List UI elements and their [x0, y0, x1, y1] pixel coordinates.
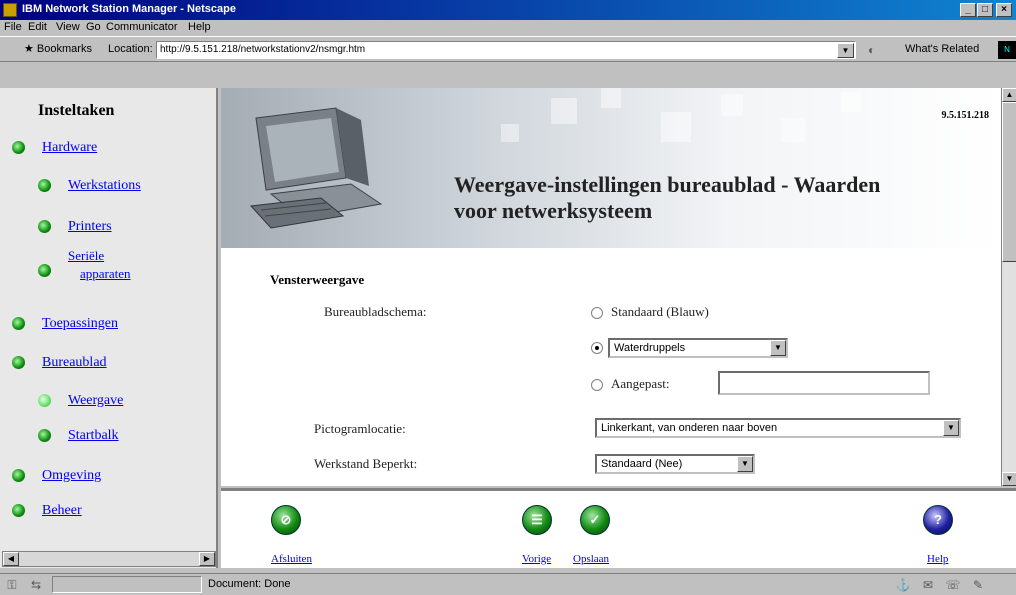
sidebar-item-bureaublad[interactable]: Bureaublad — [42, 355, 107, 371]
location-dropdown-icon[interactable]: ▼ — [837, 43, 854, 58]
menu-help[interactable]: Help — [188, 21, 211, 33]
bureaublad-bullet-icon — [12, 356, 25, 369]
bookmarks-label: Bookmarks — [36, 43, 92, 55]
minimize-icon[interactable]: _ — [960, 3, 976, 17]
page-title-line1: Weergave-instellingen bureaublad - Waard… — [454, 172, 881, 197]
menu-edit[interactable]: Edit — [28, 21, 47, 33]
main-content-frame: 9.5.151.218 Weergave-instellingen bureau… — [221, 88, 1001, 486]
cancel-button[interactable]: Afsluiten — [271, 553, 312, 565]
seriele-bullet-icon — [38, 264, 51, 277]
weergave-bullet-icon — [38, 394, 51, 407]
sidebar-heading: Insteltaken — [38, 102, 115, 119]
sidebar-item-werkstations[interactable]: Werkstations — [68, 178, 141, 194]
status-bar: ⚿ ⇆ Document: Done ⚓ ✉ ☏ ✎ — [0, 573, 1016, 595]
bookmarks-button[interactable]: ★ Bookmarks — [24, 42, 92, 55]
startbalk-bullet-icon — [38, 429, 51, 442]
page-title-line2: voor netwerksysteem — [454, 198, 653, 223]
restricted-mode-dropdown-icon[interactable]: ▼ — [737, 456, 753, 472]
whats-related-button[interactable]: What's Related — [905, 43, 979, 55]
previous-icon[interactable]: ☰ — [522, 505, 552, 535]
beheer-bullet-icon — [12, 504, 25, 517]
previous-button[interactable]: Vorige — [522, 553, 551, 565]
window-title: IBM Network Station Manager - Netscape — [22, 3, 236, 15]
save-icon[interactable]: ✓ — [580, 505, 610, 535]
composer-icon[interactable]: ✎ — [970, 578, 986, 592]
icon-location-label: Pictogramlocatie: — [314, 421, 406, 436]
connection-icon: ⇆ — [30, 578, 42, 592]
netscape-app-icon — [3, 3, 17, 17]
help-button[interactable]: Help — [927, 553, 948, 565]
mail-icon[interactable]: ✉ — [920, 578, 936, 592]
scroll-left-icon[interactable]: ◀ — [3, 552, 19, 566]
sidebar-item-hardware[interactable]: Hardware — [42, 140, 97, 156]
maximize-icon[interactable]: □ — [977, 3, 993, 17]
sidebar-item-beheer[interactable]: Beheer — [42, 503, 82, 519]
sidebar-frame: Insteltaken Hardware Werkstations Printe… — [0, 88, 218, 568]
scheme-select-value: Waterdruppels — [614, 342, 686, 354]
scrollbar-thumb[interactable] — [1002, 102, 1016, 262]
sidebar-item-toepassingen[interactable]: Toepassingen — [42, 316, 118, 332]
radio-custom[interactable] — [591, 379, 603, 391]
netscape-logo-icon[interactable]: N — [998, 41, 1016, 59]
radio-standard-label: Standaard (Blauw) — [611, 304, 709, 319]
hardware-bullet-icon — [12, 141, 25, 154]
radio-scheme[interactable] — [591, 342, 603, 354]
computer-illustration-icon — [249, 107, 383, 229]
scroll-down-icon[interactable]: ▼ — [1002, 472, 1016, 486]
scheme-dropdown-icon[interactable]: ▼ — [770, 340, 786, 356]
location-label: Location: — [108, 43, 153, 55]
discussion-icon[interactable]: ☏ — [945, 578, 961, 592]
page-banner: 9.5.151.218 — [221, 88, 1001, 248]
section-title: Vensterweergave — [270, 272, 365, 287]
omgeving-bullet-icon — [12, 469, 25, 482]
whats-related-icon[interactable]: ◐ — [868, 43, 898, 57]
security-icon[interactable]: ⚿ — [4, 578, 20, 592]
icon-location-dropdown-icon[interactable]: ▼ — [943, 420, 959, 436]
navigator-icon[interactable]: ⚓ — [895, 578, 911, 592]
sidebar-item-printers[interactable]: Printers — [68, 219, 112, 235]
location-input[interactable]: http://9.5.151.218/networkstationv2/nsmg… — [156, 41, 856, 59]
help-icon[interactable]: ? — [923, 505, 953, 535]
scroll-right-icon[interactable]: ▶ — [199, 552, 215, 566]
page-title: Weergave-instellingen bureaublad - Waard… — [454, 172, 994, 224]
custom-scheme-input[interactable] — [718, 371, 930, 395]
menu-file[interactable]: File — [4, 21, 22, 33]
scroll-up-icon[interactable]: ▲ — [1002, 88, 1016, 102]
location-toolbar: ★ Bookmarks Location: http://9.5.151.218… — [0, 36, 1016, 62]
menu-go[interactable]: Go — [86, 21, 101, 33]
sidebar-horizontal-scrollbar[interactable]: ◀ ▶ — [2, 551, 216, 567]
close-icon[interactable]: × — [996, 3, 1012, 17]
icon-location-value: Linkerkant, van onderen naar boven — [601, 422, 778, 434]
cancel-icon[interactable]: ⊘ — [271, 505, 301, 535]
sidebar-item-seriele[interactable]: Seriële — [68, 248, 104, 264]
restricted-mode-select[interactable]: Standaard (Nee) ▼ — [595, 454, 755, 474]
radio-custom-label: Aangepast: — [611, 376, 670, 391]
icon-location-select[interactable]: Linkerkant, van onderen naar boven ▼ — [595, 418, 961, 438]
menu-communicator[interactable]: Communicator — [106, 21, 178, 33]
button-bar-frame: ⊘ Afsluiten ☰ Vorige ✓ Opslaan ? Help — [221, 488, 1016, 568]
sidebar-item-weergave[interactable]: Weergave — [68, 393, 123, 409]
sidebar-item-omgeving[interactable]: Omgeving — [42, 468, 101, 484]
radio-standard[interactable] — [591, 307, 603, 319]
status-text: Document: Done — [208, 578, 291, 590]
server-ip-address: 9.5.151.218 — [941, 110, 990, 121]
restricted-mode-value: Standaard (Nee) — [601, 458, 683, 470]
window-title-bar[interactable]: IBM Network Station Manager - Netscape _… — [0, 0, 1016, 20]
werkstations-bullet-icon — [38, 179, 51, 192]
restricted-mode-label: Werkstand Beperkt: — [314, 456, 418, 471]
menu-bar: File Edit View Go Communicator Help — [0, 20, 1016, 36]
schema-label: Bureaubladschema: — [324, 304, 427, 319]
scheme-select[interactable]: Waterdruppels ▼ — [608, 338, 788, 358]
printers-bullet-icon — [38, 220, 51, 233]
save-button[interactable]: Opslaan — [573, 553, 609, 565]
toepassingen-bullet-icon — [12, 317, 25, 330]
sidebar-item-seriele-line2[interactable]: apparaten — [80, 266, 131, 282]
sidebar-item-startbalk[interactable]: Startbalk — [68, 428, 119, 444]
menu-view[interactable]: View — [56, 21, 80, 33]
progress-well — [52, 576, 202, 593]
main-vertical-scrollbar[interactable]: ▲ ▼ — [1001, 88, 1016, 486]
